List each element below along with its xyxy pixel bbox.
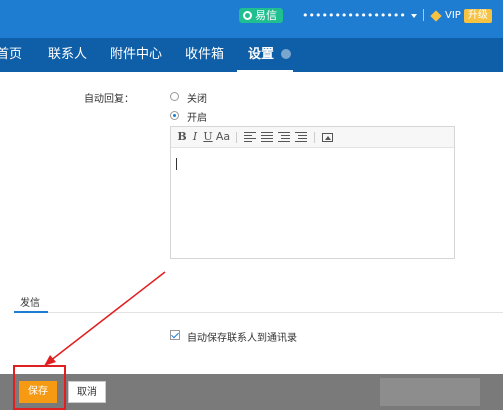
annotation-arrow: [44, 271, 166, 366]
arrow-line: [49, 271, 166, 362]
arrow-head: [44, 355, 56, 366]
